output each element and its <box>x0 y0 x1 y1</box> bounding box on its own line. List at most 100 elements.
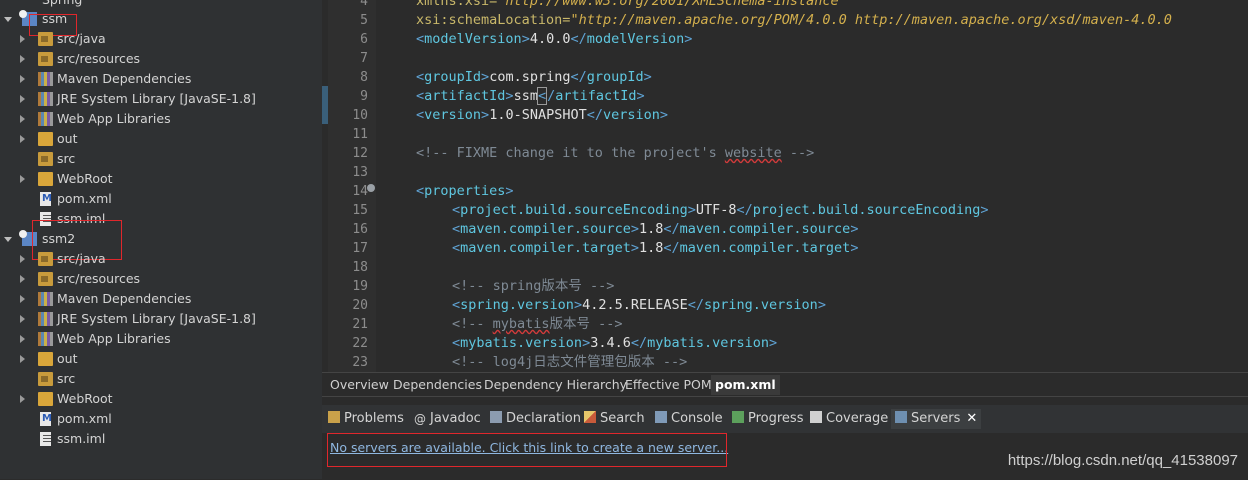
tab-javadoc[interactable]: @ Javadoc <box>414 409 481 429</box>
code-line: <!-- mybatis版本号 --> <box>452 316 623 332</box>
package-folder-icon <box>38 272 53 286</box>
tree-item-pom-xml[interactable]: pom.xml <box>0 409 322 429</box>
package-folder-icon <box>38 32 53 46</box>
tree-item-ssm-iml[interactable]: ssm.iml <box>0 429 322 449</box>
tab-dependencies[interactable]: Dependencies <box>393 375 482 395</box>
tree-item-src-java[interactable]: src/java <box>0 29 322 49</box>
tree-item-src[interactable]: src <box>0 369 322 389</box>
coverage-icon <box>810 411 822 423</box>
tree-item-label: Web App Libraries <box>57 331 171 346</box>
close-icon[interactable]: ✕ <box>966 411 977 426</box>
tree-item-jre-library[interactable]: JRE System Library [JavaSE-1.8] <box>0 89 322 109</box>
tab-console[interactable]: Console <box>655 409 723 429</box>
tree-item-src-java[interactable]: src/java <box>0 249 322 269</box>
tree-item-src-resources[interactable]: src/resources <box>0 49 322 69</box>
line-number: 12 <box>352 146 368 161</box>
chevron-right-icon[interactable] <box>20 335 25 343</box>
tree-item-label: out <box>57 351 78 366</box>
chevron-right-icon[interactable] <box>20 95 25 103</box>
code-line: <!-- spring版本号 --> <box>452 278 615 294</box>
chevron-right-icon[interactable] <box>20 255 25 263</box>
line-number: 22 <box>352 336 368 351</box>
xml-editor[interactable]: 4 5 6 7 8 9 10 11 12 13 14 15 16 17 18 1… <box>322 0 1248 372</box>
tree-item-web-app-libraries[interactable]: Web App Libraries <box>0 329 322 349</box>
tree-item-webroot[interactable]: WebRoot <box>0 389 322 409</box>
tab-problems[interactable]: Problems <box>328 409 404 429</box>
line-number: 19 <box>352 279 368 294</box>
line-number: 11 <box>352 127 368 142</box>
line-number: 20 <box>352 298 368 313</box>
code-line: <!-- log4j日志文件管理包版本 --> <box>452 354 688 370</box>
tree-item-label: pom.xml <box>57 191 112 206</box>
tab-effective-pom[interactable]: Effective POM <box>625 375 712 395</box>
tab-coverage[interactable]: Coverage <box>810 409 888 429</box>
tab-overview[interactable]: Overview <box>330 375 389 395</box>
tab-dependency-hierarchy[interactable]: Dependency Hierarchy <box>484 375 627 395</box>
tab-label: Declaration <box>506 411 581 426</box>
pom-editor-tabs: Overview Dependencies Dependency Hierarc… <box>322 372 1248 397</box>
tree-item-out[interactable]: out <box>0 129 322 149</box>
folder-icon <box>38 132 53 146</box>
tree-item-label: src <box>57 151 76 166</box>
code-line: <project.build.sourceEncoding>UTF-8</pro… <box>452 202 989 218</box>
tree-item-maven-dependencies[interactable]: Maven Dependencies <box>0 289 322 309</box>
tree-item-label: Maven Dependencies <box>57 291 192 306</box>
tree-item-label: ssm.iml <box>57 431 106 446</box>
problems-icon <box>328 411 340 423</box>
fold-icon[interactable] <box>367 184 375 192</box>
tree-item-label: JRE System Library [JavaSE-1.8] <box>57 91 256 106</box>
tab-declaration[interactable]: Declaration <box>490 409 581 429</box>
chevron-right-icon[interactable] <box>20 395 25 403</box>
line-number: 7 <box>360 51 368 66</box>
tree-item-pom-xml[interactable]: pom.xml <box>0 189 322 209</box>
chevron-right-icon[interactable] <box>20 35 25 43</box>
tab-pom-xml[interactable]: pom.xml <box>711 375 780 395</box>
tree-item-src[interactable]: src <box>0 149 322 169</box>
package-folder-icon <box>38 252 53 266</box>
tab-label: Coverage <box>826 411 889 426</box>
tree-item-label: Web App Libraries <box>57 111 171 126</box>
chevron-right-icon[interactable] <box>20 75 25 83</box>
project-explorer: Spring ssm src/java src/resources Maven … <box>0 0 322 479</box>
tree-item-jre-library[interactable]: JRE System Library [JavaSE-1.8] <box>0 309 322 329</box>
search-icon <box>584 411 596 423</box>
code-line: <groupId>com.spring</groupId> <box>416 69 652 85</box>
tree-item-out[interactable]: out <box>0 349 322 369</box>
chevron-right-icon[interactable] <box>20 115 25 123</box>
tab-label: Javadoc <box>430 411 481 426</box>
chevron-right-icon[interactable] <box>20 315 25 323</box>
line-number: 16 <box>352 222 368 237</box>
tab-search[interactable]: Search <box>584 409 645 429</box>
chevron-right-icon[interactable] <box>20 295 25 303</box>
chevron-right-icon[interactable] <box>20 175 25 183</box>
tab-progress[interactable]: Progress <box>732 409 803 429</box>
chevron-down-icon[interactable] <box>4 237 12 242</box>
package-folder-icon <box>38 152 53 166</box>
line-number: 6 <box>360 32 368 47</box>
tree-item-label: src <box>57 371 76 386</box>
tree-item-label: JRE System Library [JavaSE-1.8] <box>57 311 256 326</box>
tree-item-label: WebRoot <box>57 171 113 186</box>
chevron-right-icon[interactable] <box>20 355 25 363</box>
code-line: <mybatis.version>3.4.6</mybatis.version> <box>452 335 778 351</box>
tree-item-label: src/java <box>57 31 106 46</box>
tree-item-label: Maven Dependencies <box>57 71 192 86</box>
chevron-right-icon[interactable] <box>20 55 25 63</box>
tab-servers[interactable]: Servers ✕ <box>891 409 982 429</box>
package-folder-icon <box>38 372 53 386</box>
tree-item-src-resources[interactable]: src/resources <box>0 269 322 289</box>
highlight-box <box>327 433 727 467</box>
chevron-right-icon[interactable] <box>20 135 25 143</box>
tree-item-web-app-libraries[interactable]: Web App Libraries <box>0 109 322 129</box>
line-number: 21 <box>352 317 368 332</box>
line-number: 14 <box>352 184 368 199</box>
tree-item-webroot[interactable]: WebRoot <box>0 169 322 189</box>
code-line: <version>1.0-SNAPSHOT</version> <box>416 107 669 123</box>
line-number: 8 <box>360 70 368 85</box>
chevron-right-icon[interactable] <box>20 275 25 283</box>
tree-item-maven-dependencies[interactable]: Maven Dependencies <box>0 69 322 89</box>
package-folder-icon <box>38 52 53 66</box>
chevron-down-icon[interactable] <box>4 17 12 22</box>
library-icon <box>38 312 53 326</box>
progress-icon <box>732 411 744 423</box>
